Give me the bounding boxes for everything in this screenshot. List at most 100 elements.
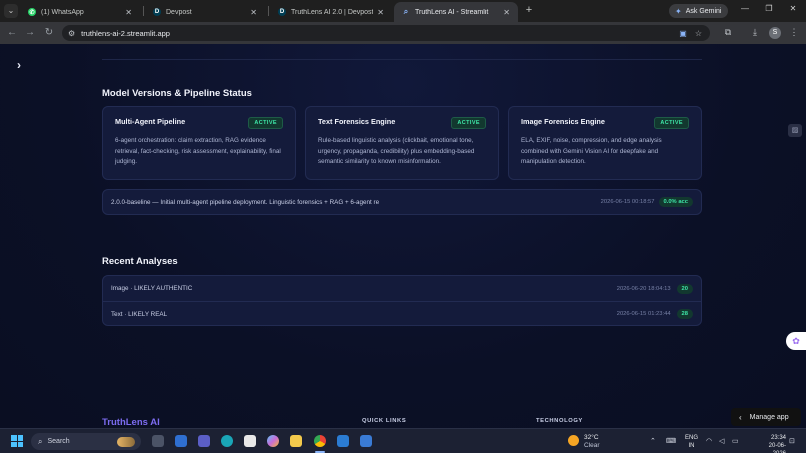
menu-icon[interactable]: ⋮ (788, 27, 800, 38)
reload-button[interactable]: ↻ (43, 26, 55, 40)
search-icon: ⌕ (38, 436, 43, 446)
tab-truthlens-devpost[interactable]: D TruthLens AI 2.0 | Devpost ✕ (270, 2, 392, 22)
footer-brand: TruthLens AI (102, 417, 160, 428)
footer-technology-heading: TECHNOLOGY (536, 418, 583, 424)
store-icon[interactable] (244, 435, 256, 447)
tab-title: TruthLens AI - Streamlit (415, 8, 489, 16)
notification-bell-icon[interactable]: ⊡ (789, 437, 795, 445)
search-placeholder: Search (47, 438, 70, 445)
back-button[interactable]: ← (6, 26, 18, 40)
manage-app-button[interactable]: ‹ Manage app (731, 408, 801, 426)
browser-toolbar: ← → ↻ ⚙ truthlens-ai-2.streamlit.app ▣ ☆… (0, 22, 806, 44)
forward-button[interactable]: → (24, 26, 36, 40)
teams-icon[interactable] (198, 435, 210, 447)
chevron-up-icon[interactable]: ⌃ (650, 437, 656, 445)
profile-avatar[interactable]: S (769, 27, 781, 39)
edge-icon[interactable] (221, 435, 233, 447)
divider (102, 59, 702, 60)
devpost-icon: D (153, 8, 161, 16)
copilot-icon[interactable] (267, 435, 279, 447)
version-timestamp: 2026-06-15 00:18:57 (600, 199, 655, 205)
tab-truthlens-streamlit[interactable]: ⌕ TruthLens AI - Streamlit ✕ (394, 2, 518, 22)
download-icon[interactable]: ⤓ (749, 27, 761, 38)
whatsapp-icon: ✆ (28, 8, 36, 16)
file-explorer-icon[interactable] (290, 435, 302, 447)
language-code: ENG (685, 435, 699, 441)
devpost-icon: D (278, 8, 286, 16)
status-badge: ACTIVE (654, 117, 689, 129)
list-item[interactable]: Image · LIKELY AUTHENTIC 2026-06-20 18:0… (103, 276, 701, 301)
sidebar-expand-chevron-icon[interactable]: › (17, 58, 21, 72)
volume-icon[interactable]: ◁ (719, 437, 724, 445)
cast-icon[interactable]: ▣ (679, 29, 687, 38)
pipeline-card-text-forensics: Text Forensics Engine ACTIVE Rule-based … (305, 106, 499, 180)
widgets-icon[interactable] (175, 435, 187, 447)
model-version-row: 2.0.0-baseline — Initial multi-agent pip… (102, 189, 702, 215)
tab-whatsapp[interactable]: ✆ (1) WhatsApp ✕ (20, 2, 140, 22)
analysis-timestamp: 2026-06-20 18:04:13 (616, 285, 671, 292)
browser-tab-strip: ⌄ ✆ (1) WhatsApp ✕ D Devpost ✕ D TruthLe… (0, 0, 806, 22)
status-badge: ACTIVE (248, 117, 283, 129)
photos-icon[interactable] (360, 435, 372, 447)
recent-analyses-list: Image · LIKELY AUTHENTIC 2026-06-20 18:0… (102, 275, 702, 326)
pipeline-section-title: Model Versions & Pipeline Status (102, 88, 252, 99)
address-bar[interactable]: ⚙ truthlens-ai-2.streamlit.app ▣ ☆ (62, 25, 710, 41)
tab-title: Devpost (166, 8, 192, 16)
search-highlight-icon (117, 436, 135, 447)
list-item[interactable]: Text · LIKELY REAL 2026-06-15 01:23:44 2… (103, 301, 701, 326)
gemini-icon: ✦ (675, 6, 682, 16)
windows-taskbar: ⌕ Search 32°C Clear ⌃ ⌨ ENG IN ◠ ◁ ▭ 23:… (0, 428, 806, 453)
keyboard-icon[interactable]: ⌨ (666, 437, 676, 445)
tab-devpost[interactable]: D Devpost ✕ (145, 2, 265, 22)
close-icon[interactable]: ✕ (503, 8, 510, 17)
image-extension-icon[interactable]: ▨ (788, 124, 802, 137)
ask-gemini-label: Ask Gemini (685, 7, 722, 15)
maximize-button[interactable]: ❐ (762, 4, 776, 13)
close-icon[interactable]: ✕ (250, 8, 257, 17)
tab-title: TruthLens AI 2.0 | Devpost (291, 8, 374, 16)
taskbar-search-box[interactable]: ⌕ Search (31, 433, 141, 450)
ask-gemini-button[interactable]: ✦ Ask Gemini (669, 4, 728, 18)
region-code: IN (688, 443, 695, 449)
weather-temperature: 32°C (584, 434, 599, 441)
system-clock[interactable]: 23:34 20-06-2026 (758, 434, 786, 453)
close-icon[interactable]: ✕ (125, 8, 132, 17)
version-description: 2.0.0-baseline — Initial multi-agent pip… (111, 198, 380, 206)
tab-divider (143, 6, 144, 16)
clock-time: 23:34 (770, 435, 786, 441)
minimize-button[interactable]: — (738, 4, 752, 13)
analysis-timestamp: 2026-06-15 01:23:44 (616, 311, 671, 317)
window-close-button[interactable]: ✕ (786, 4, 800, 13)
wifi-icon[interactable]: ◠ (706, 437, 712, 445)
language-indicator[interactable]: ENG IN (685, 434, 698, 450)
task-view-icon[interactable] (152, 435, 164, 447)
tab-search-button[interactable]: ⌄ (4, 4, 18, 18)
card-description: Rule-based linguistic analysis (clickbai… (318, 137, 475, 165)
assistant-bubble-icon[interactable]: ✿ (786, 332, 806, 350)
windows-start-icon[interactable] (11, 435, 23, 447)
score-badge: 28 (676, 309, 693, 319)
clock-date: 20-06-2026 (768, 443, 786, 453)
url-text: truthlens-ai-2.streamlit.app (81, 28, 170, 38)
footer-quick-links-heading: QUICK LINKS (362, 418, 407, 424)
pipeline-card-image-forensics: Image Forensics Engine ACTIVE ELA, EXIF,… (508, 106, 702, 180)
extensions-icon[interactable]: ⧉ (722, 27, 734, 38)
battery-icon[interactable]: ▭ (732, 437, 739, 445)
sun-icon (568, 435, 579, 446)
close-icon[interactable]: ✕ (377, 8, 384, 17)
chevron-left-icon: ‹ (739, 412, 742, 422)
accuracy-badge: 0.0% acc (658, 197, 693, 207)
vscode-icon[interactable] (337, 435, 349, 447)
tab-title: (1) WhatsApp (41, 8, 84, 16)
site-info-icon[interactable]: ⚙ (68, 29, 75, 38)
analysis-label: Image · LIKELY AUTHENTIC (111, 285, 193, 292)
streamlit-page: › Model Versions & Pipeline Status Multi… (0, 44, 806, 428)
manage-app-label: Manage app (749, 413, 789, 421)
new-tab-button[interactable]: + (523, 4, 535, 17)
status-badge: ACTIVE (451, 117, 486, 129)
analysis-label: Text · LIKELY REAL (111, 310, 168, 318)
recent-section-title: Recent Analyses (102, 256, 178, 267)
bookmark-star-icon[interactable]: ☆ (695, 29, 702, 38)
weather-condition: Clear (584, 442, 600, 449)
chrome-icon[interactable] (314, 435, 326, 447)
